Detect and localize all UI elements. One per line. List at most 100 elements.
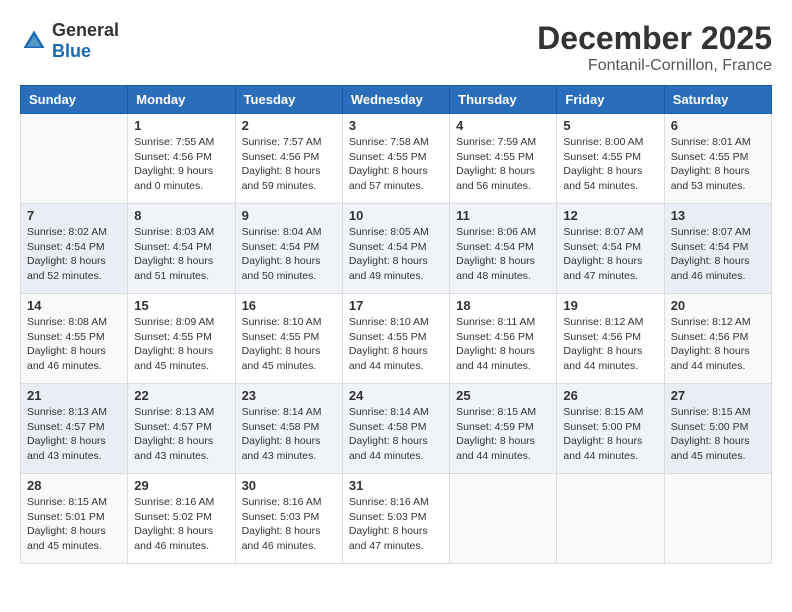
- daylight-text: Daylight: 8 hours and 45 minutes.: [134, 344, 228, 373]
- calendar-table: SundayMondayTuesdayWednesdayThursdayFrid…: [20, 85, 772, 564]
- calendar-day-cell: 23Sunrise: 8:14 AMSunset: 4:58 PMDayligh…: [235, 384, 342, 474]
- sunset-text: Sunset: 4:58 PM: [349, 420, 443, 435]
- sunrise-text: Sunrise: 8:15 AM: [456, 405, 550, 420]
- daylight-text: Daylight: 8 hours and 44 minutes.: [671, 344, 765, 373]
- sunrise-text: Sunrise: 8:03 AM: [134, 225, 228, 240]
- daylight-text: Daylight: 8 hours and 54 minutes.: [563, 164, 657, 193]
- sunset-text: Sunset: 4:55 PM: [349, 330, 443, 345]
- daylight-text: Daylight: 8 hours and 59 minutes.: [242, 164, 336, 193]
- sunrise-text: Sunrise: 8:02 AM: [27, 225, 121, 240]
- day-info: Sunrise: 8:15 AMSunset: 5:01 PMDaylight:…: [27, 495, 121, 554]
- daylight-text: Daylight: 8 hours and 46 minutes.: [27, 344, 121, 373]
- calendar-day-cell: 22Sunrise: 8:13 AMSunset: 4:57 PMDayligh…: [128, 384, 235, 474]
- weekday-header-row: SundayMondayTuesdayWednesdayThursdayFrid…: [21, 86, 772, 114]
- sunset-text: Sunset: 4:56 PM: [242, 150, 336, 165]
- weekday-header-tuesday: Tuesday: [235, 86, 342, 114]
- day-number: 12: [563, 208, 657, 223]
- day-number: 28: [27, 478, 121, 493]
- calendar-day-cell: 20 Sunrise: 8:12 AMSunset: 4:56 PMDayligh…: [664, 294, 771, 384]
- day-number: 4: [456, 118, 550, 133]
- daylight-text: Daylight: 8 hours and 44 minutes.: [563, 344, 657, 373]
- day-number: 10: [349, 208, 443, 223]
- sunrise-text: Sunrise: 8:15 AM: [563, 405, 657, 420]
- weekday-header-sunday: Sunday: [21, 86, 128, 114]
- daylight-text: Daylight: 8 hours and 57 minutes.: [349, 164, 443, 193]
- calendar-day-cell: 6Sunrise: 8:01 AMSunset: 4:55 PMDaylight…: [664, 114, 771, 204]
- calendar-day-cell: 10 Sunrise: 8:05 AMSunset: 4:54 PMDayligh…: [342, 204, 449, 294]
- day-number: 13: [671, 208, 765, 223]
- calendar-day-cell: 9Sunrise: 8:04 AMSunset: 4:54 PMDaylight…: [235, 204, 342, 294]
- calendar-day-cell: 8 Sunrise: 8:03 AMSunset: 4:54 PMDaylight…: [128, 204, 235, 294]
- day-number: 21: [27, 388, 121, 403]
- daylight-text: Daylight: 8 hours and 46 minutes.: [671, 254, 765, 283]
- day-info: Sunrise: 8:05 AMSunset: 4:54 PMDaylight:…: [349, 225, 443, 284]
- daylight-text: Daylight: 8 hours and 43 minutes.: [242, 434, 336, 463]
- day-info: Sunrise: 8:09 AMSunset: 4:55 PMDaylight:…: [134, 315, 228, 374]
- day-number: 20: [671, 298, 765, 313]
- page-header: General Blue December 2025 Fontanil-Corn…: [20, 20, 772, 75]
- sunset-text: Sunset: 4:55 PM: [27, 330, 121, 345]
- sunrise-text: Sunrise: 8:10 AM: [242, 315, 336, 330]
- day-info: Sunrise: 8:12 AMSunset: 4:56 PMDaylight:…: [671, 315, 765, 374]
- calendar-day-cell: 31Sunrise: 8:16 AMSunset: 5:03 PMDayligh…: [342, 474, 449, 564]
- day-info: Sunrise: 8:07 AMSunset: 4:54 PMDaylight:…: [563, 225, 657, 284]
- day-info: Sunrise: 8:10 AMSunset: 4:55 PMDaylight:…: [242, 315, 336, 374]
- logo-icon: [20, 27, 48, 55]
- sunset-text: Sunset: 5:01 PM: [27, 510, 121, 525]
- weekday-header-friday: Friday: [557, 86, 664, 114]
- daylight-text: Daylight: 8 hours and 44 minutes.: [563, 434, 657, 463]
- daylight-text: Daylight: 8 hours and 56 minutes.: [456, 164, 550, 193]
- logo: General Blue: [20, 20, 119, 62]
- calendar-day-cell: 28 Sunrise: 8:15 AMSunset: 5:01 PMDayligh…: [21, 474, 128, 564]
- calendar-day-cell: 4 Sunrise: 7:59 AMSunset: 4:55 PMDaylight…: [450, 114, 557, 204]
- daylight-text: Daylight: 8 hours and 43 minutes.: [27, 434, 121, 463]
- sunset-text: Sunset: 4:54 PM: [563, 240, 657, 255]
- daylight-text: Daylight: 8 hours and 44 minutes.: [456, 434, 550, 463]
- day-info: Sunrise: 8:03 AMSunset: 4:54 PMDaylight:…: [134, 225, 228, 284]
- day-number: 26: [563, 388, 657, 403]
- sunset-text: Sunset: 4:55 PM: [456, 150, 550, 165]
- calendar-day-cell: 14Sunrise: 8:08 AMSunset: 4:55 PMDayligh…: [21, 294, 128, 384]
- day-info: Sunrise: 7:58 AMSunset: 4:55 PMDaylight:…: [349, 135, 443, 194]
- daylight-text: Daylight: 8 hours and 44 minutes.: [349, 434, 443, 463]
- day-info: Sunrise: 7:59 AMSunset: 4:55 PMDaylight:…: [456, 135, 550, 194]
- day-number: 23: [242, 388, 336, 403]
- calendar-day-cell: 25 Sunrise: 8:15 AMSunset: 4:59 PMDayligh…: [450, 384, 557, 474]
- daylight-text: Daylight: 8 hours and 49 minutes.: [349, 254, 443, 283]
- daylight-text: Daylight: 8 hours and 45 minutes.: [671, 434, 765, 463]
- day-info: Sunrise: 8:08 AMSunset: 4:55 PMDaylight:…: [27, 315, 121, 374]
- sunrise-text: Sunrise: 8:07 AM: [671, 225, 765, 240]
- calendar-day-cell: 15 Sunrise: 8:09 AMSunset: 4:55 PMDayligh…: [128, 294, 235, 384]
- sunrise-text: Sunrise: 8:14 AM: [349, 405, 443, 420]
- day-info: Sunrise: 8:04 AMSunset: 4:54 PMDaylight:…: [242, 225, 336, 284]
- day-number: 11: [456, 208, 550, 223]
- day-number: 1: [134, 118, 228, 133]
- day-number: 15: [134, 298, 228, 313]
- day-info: Sunrise: 8:11 AMSunset: 4:56 PMDaylight:…: [456, 315, 550, 374]
- day-info: Sunrise: 8:12 AMSunset: 4:56 PMDaylight:…: [563, 315, 657, 374]
- calendar-day-cell: 12 Sunrise: 8:07 AMSunset: 4:54 PMDayligh…: [557, 204, 664, 294]
- day-number: 22: [134, 388, 228, 403]
- calendar-day-cell: 24Sunrise: 8:14 AMSunset: 4:58 PMDayligh…: [342, 384, 449, 474]
- calendar-day-cell: 5Sunrise: 8:00 AMSunset: 4:55 PMDaylight…: [557, 114, 664, 204]
- day-number: 17: [349, 298, 443, 313]
- sunrise-text: Sunrise: 8:09 AM: [134, 315, 228, 330]
- sunset-text: Sunset: 4:57 PM: [27, 420, 121, 435]
- sunrise-text: Sunrise: 8:15 AM: [27, 495, 121, 510]
- calendar-day-cell: 7Sunrise: 8:02 AMSunset: 4:54 PMDaylight…: [21, 204, 128, 294]
- sunrise-text: Sunrise: 8:11 AM: [456, 315, 550, 330]
- sunrise-text: Sunrise: 8:13 AM: [134, 405, 228, 420]
- day-number: 8: [134, 208, 228, 223]
- sunset-text: Sunset: 4:56 PM: [563, 330, 657, 345]
- day-number: 25: [456, 388, 550, 403]
- daylight-text: Daylight: 8 hours and 44 minutes.: [456, 344, 550, 373]
- day-info: Sunrise: 8:15 AMSunset: 5:00 PMDaylight:…: [563, 405, 657, 464]
- sunrise-text: Sunrise: 8:06 AM: [456, 225, 550, 240]
- sunset-text: Sunset: 4:59 PM: [456, 420, 550, 435]
- calendar-title: December 2025: [537, 20, 772, 57]
- day-number: 6: [671, 118, 765, 133]
- sunrise-text: Sunrise: 7:58 AM: [349, 135, 443, 150]
- sunrise-text: Sunrise: 8:16 AM: [242, 495, 336, 510]
- weekday-header-thursday: Thursday: [450, 86, 557, 114]
- calendar-week-row: 1Sunrise: 7:55 AMSunset: 4:56 PMDaylight…: [21, 114, 772, 204]
